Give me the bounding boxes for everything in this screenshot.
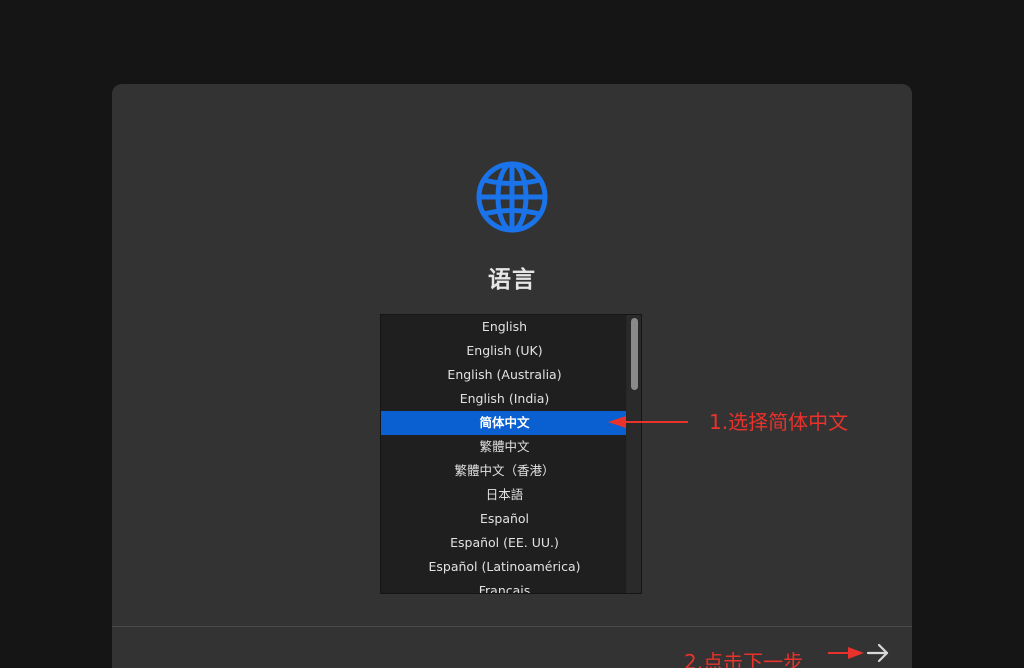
annotation-arrow-step1 (608, 416, 688, 428)
list-item[interactable]: English (UK) (381, 339, 628, 363)
list-item[interactable]: Español (EE. UU.) (381, 531, 628, 555)
list-item[interactable]: 繁體中文（香港） (381, 459, 628, 483)
language-list-scrollbar[interactable] (626, 315, 641, 593)
list-item[interactable]: Français (381, 579, 628, 593)
desktop-background: 语言 English English (UK) English (Australia… (0, 0, 1024, 668)
annotation-arrow-step2 (828, 647, 864, 659)
annotation-step1: 1.选择简体中文 (709, 410, 849, 434)
list-item[interactable]: Español (Latinoamérica) (381, 555, 628, 579)
scrollbar-thumb[interactable] (631, 318, 638, 390)
list-item[interactable]: English (Australia) (381, 363, 628, 387)
language-list[interactable]: English English (UK) English (Australia) En… (380, 314, 642, 594)
next-button[interactable] (862, 640, 894, 666)
page-title: 语言 (488, 267, 536, 293)
globe-icon (476, 161, 548, 233)
language-list-items: English English (UK) English (Australia) En… (381, 315, 628, 593)
annotation-step2: 2.点击下一步 (684, 650, 804, 668)
list-item[interactable]: English (381, 315, 628, 339)
list-item[interactable]: 繁體中文 (381, 435, 628, 459)
list-item[interactable]: English (India) (381, 387, 628, 411)
list-item[interactable]: 日本語 (381, 483, 628, 507)
list-item[interactable]: Español (381, 507, 628, 531)
arrow-right-icon (866, 643, 889, 663)
list-item-selected[interactable]: 简体中文 (381, 411, 628, 435)
setup-assistant-window: 语言 English English (UK) English (Australia… (112, 84, 912, 668)
footer-divider (112, 626, 912, 627)
